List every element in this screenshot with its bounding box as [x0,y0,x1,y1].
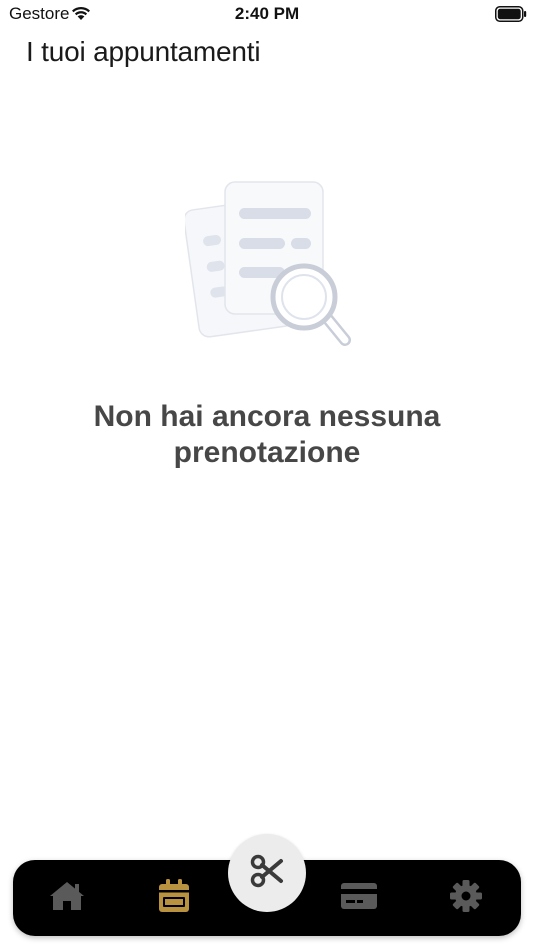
appointments-screen: Gestore 2:40 PM I tuoi appuntamenti Non … [0,0,534,950]
tab-home[interactable] [37,860,97,936]
calendar-icon [157,878,191,919]
status-time: 2:40 PM [234,4,300,23]
gear-icon [448,878,484,919]
document-search-icon [183,178,365,358]
status-bar: Gestore 2:40 PM [0,0,534,28]
tab-settings[interactable] [436,860,496,936]
battery-icon [495,6,527,27]
book-appointment-button[interactable] [228,834,306,912]
credit-card-icon [339,880,379,917]
empty-state-message: Non hai ancora nessuna prenotazione [93,400,441,469]
scissors-icon [250,854,284,893]
tab-calendar[interactable] [144,860,204,936]
home-icon [47,879,87,918]
tab-payments[interactable] [329,860,389,936]
page-title: I tuoi appuntamenti [26,36,261,67]
